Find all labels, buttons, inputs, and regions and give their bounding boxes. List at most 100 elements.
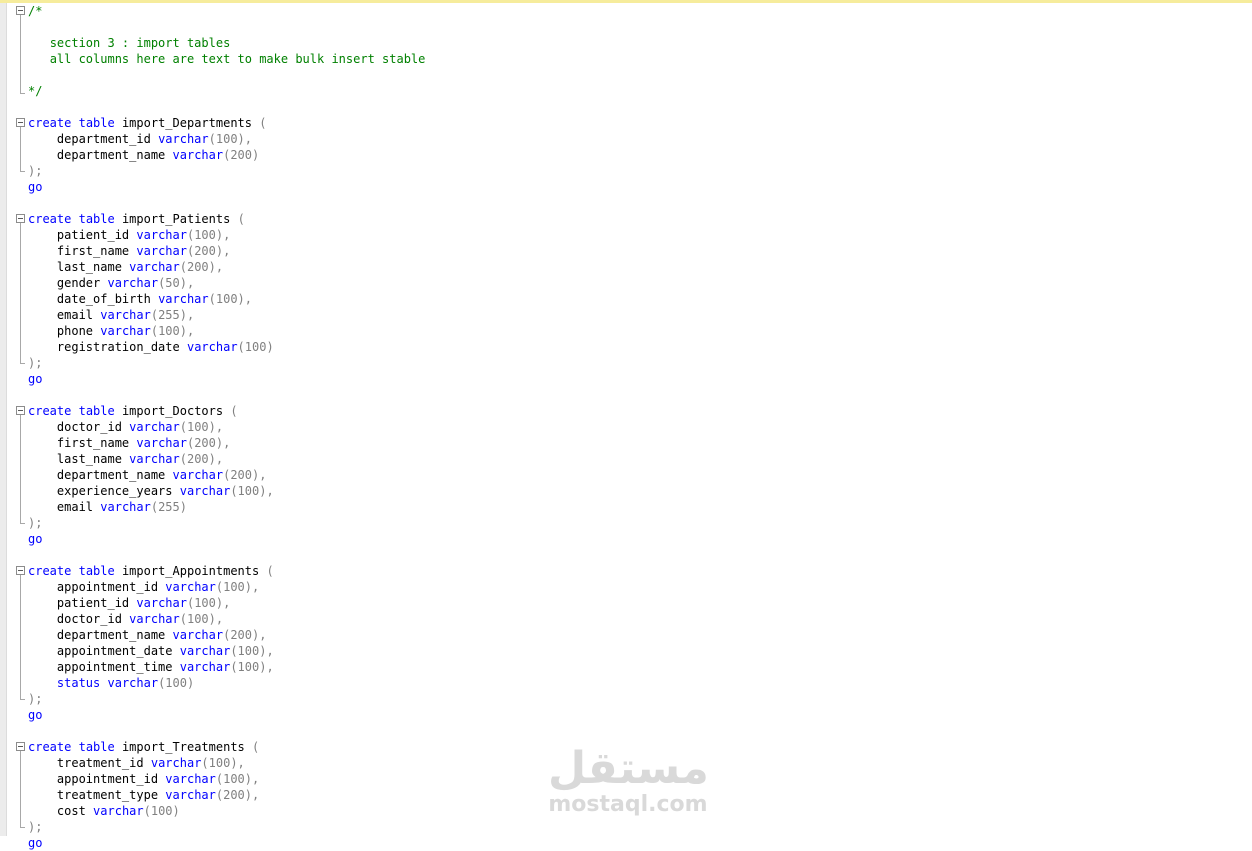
column-size: (50) (158, 276, 187, 290)
column-type: varchar (100, 500, 151, 514)
keyword-go: go (28, 180, 43, 194)
column-size: (255) (150, 308, 187, 322)
column-definition-line: department_name varchar(200) (28, 147, 259, 163)
code-editor[interactable]: /* section 3 : import tables all columns… (0, 3, 1252, 850)
table-name: import_Departments (121, 116, 252, 130)
column-name: email (56, 500, 94, 514)
column-name: registration_date (56, 340, 180, 354)
column-name: cost (56, 804, 86, 818)
column-type: varchar (100, 324, 151, 338)
close-statement-line: ); (28, 515, 42, 531)
table-name: import_Doctors (121, 404, 224, 418)
collapse-toggle-icon[interactable] (16, 6, 25, 15)
column-definition-line: status varchar(100) (28, 675, 194, 691)
keyword-table: table (78, 564, 115, 578)
column-separator: , (223, 228, 231, 242)
column-definition-line: appointment_time varchar(100), (28, 659, 274, 675)
column-definition-line: doctor_id varchar(100), (28, 611, 223, 627)
keyword-create: create (28, 740, 72, 754)
column-name: gender (56, 276, 101, 290)
watermark-latin: mostaql.com (548, 792, 708, 817)
column-type: varchar (172, 628, 224, 642)
column-separator: , (186, 308, 195, 322)
column-separator: , (223, 244, 231, 258)
column-type: varchar (165, 772, 216, 786)
column-definition-line: patient_id varchar(100), (28, 227, 230, 243)
column-name: date_of_birth (56, 292, 151, 306)
keyword-table: table (78, 404, 115, 418)
column-size: (200) (186, 244, 224, 258)
fold-guide (20, 575, 21, 699)
column-name: appointment_id (56, 772, 159, 786)
collapse-toggle-icon[interactable] (16, 214, 25, 223)
collapse-toggle-icon[interactable] (16, 406, 25, 415)
column-type: varchar (158, 292, 209, 306)
column-size: (100) (215, 580, 252, 594)
open-paren: ( (266, 564, 274, 578)
column-type: varchar (100, 308, 151, 322)
keyword-go: go (28, 836, 43, 850)
column-size: (200) (179, 452, 216, 466)
batch-separator-line: go (28, 531, 42, 547)
column-name: doctor_id (56, 612, 122, 626)
column-separator: , (215, 260, 224, 274)
create-table-line: create table import_Appointments ( (28, 563, 274, 579)
keyword-table: table (78, 740, 115, 754)
column-type: varchar (150, 756, 202, 770)
fold-guide (20, 415, 21, 523)
column-definition-line: experience_years varchar(100), (28, 483, 274, 499)
column-size: (100) (215, 772, 252, 786)
column-type: varchar (136, 596, 187, 610)
collapse-toggle-icon[interactable] (16, 566, 25, 575)
column-separator: , (223, 436, 231, 450)
column-type: varchar (165, 580, 216, 594)
column-definition-line: department_name varchar(200), (28, 627, 267, 643)
column-definition-line: email varchar(255) (28, 499, 187, 515)
keyword-create: create (28, 404, 72, 418)
fold-end-marker (20, 523, 25, 524)
fold-guide (20, 223, 21, 363)
column-name: department_name (56, 628, 166, 642)
fold-guide (20, 15, 21, 93)
comment-close: */ (28, 84, 43, 98)
column-name: first_name (56, 244, 130, 258)
column-separator: , (252, 788, 260, 802)
fold-end-marker (20, 93, 25, 94)
close-paren: ); (28, 820, 43, 834)
column-size: (100) (186, 228, 224, 242)
batch-separator-line: go (28, 371, 42, 387)
column-separator: , (244, 292, 252, 306)
column-name: status (56, 676, 101, 690)
collapse-toggle-icon[interactable] (16, 742, 25, 751)
column-separator: , (215, 612, 224, 626)
column-separator: , (259, 628, 267, 642)
column-name: doctor_id (56, 420, 122, 434)
column-type: varchar (179, 644, 231, 658)
column-size: (100) (143, 804, 180, 818)
column-type: varchar (129, 260, 180, 274)
open-paren: ( (237, 212, 245, 226)
column-size: (200) (186, 436, 224, 450)
column-name: first_name (56, 436, 130, 450)
column-size: (100) (230, 660, 267, 674)
keyword-table: table (78, 116, 115, 130)
batch-separator-line: go (28, 835, 42, 851)
code-line: */ (28, 83, 42, 99)
column-size: (100) (201, 756, 238, 770)
column-separator: , (252, 772, 260, 786)
column-separator: , (266, 644, 274, 658)
keyword-go: go (28, 708, 43, 722)
column-type: varchar (172, 148, 224, 162)
collapse-toggle-icon[interactable] (16, 118, 25, 127)
comment-text: all columns here are text to make bulk i… (49, 52, 426, 66)
column-separator: , (237, 756, 245, 770)
fold-guide (20, 751, 21, 827)
column-name: patient_id (56, 228, 130, 242)
close-statement-line: ); (28, 355, 42, 371)
column-type: varchar (158, 132, 209, 146)
column-definition-line: patient_id varchar(100), (28, 595, 230, 611)
code-line: section 3 : import tables (28, 35, 231, 51)
close-paren: ); (28, 356, 43, 370)
keyword-go: go (28, 532, 43, 546)
column-type: varchar (107, 676, 159, 690)
